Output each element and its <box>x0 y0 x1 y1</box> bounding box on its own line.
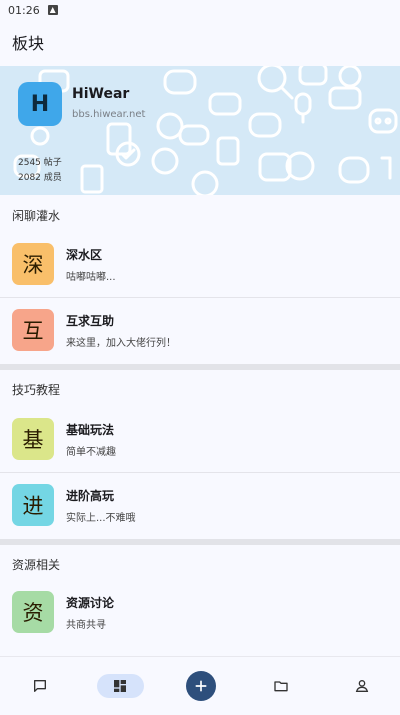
board-icon: 资 <box>12 591 54 633</box>
section-title: 资源相关 <box>12 558 61 572</box>
board-name: 进阶高玩 <box>66 489 115 503</box>
boards-icon[interactable] <box>105 671 135 701</box>
board-desc: 实际上...不难哦 <box>66 513 136 524</box>
notification-icon <box>47 5 58 15</box>
add-post-button[interactable] <box>186 671 216 701</box>
board-icon: 进 <box>12 484 54 526</box>
section-title: 闲聊灌水 <box>12 209 61 223</box>
board-icon: 深 <box>12 243 54 285</box>
board-item[interactable]: 深 深水区 咕嘟咕嘟... <box>0 233 400 299</box>
forum-stats: 2545 帖子 2082 成员 <box>18 156 62 186</box>
board-name: 基础玩法 <box>66 423 115 437</box>
board-item[interactable]: 基 基础玩法 简单不减趣 <box>0 408 400 474</box>
board-name: 资源讨论 <box>66 596 115 610</box>
status-bar: 01:26 <box>0 0 400 20</box>
board-desc: 简单不减趣 <box>66 447 116 458</box>
divider <box>0 472 400 473</box>
posts-count: 2545 帖子 <box>18 158 62 168</box>
board-desc: 咕嘟咕嘟... <box>66 272 116 283</box>
section-divider <box>0 364 400 370</box>
status-time: 01:26 <box>8 3 40 17</box>
section-title: 技巧教程 <box>12 383 61 397</box>
chat-icon[interactable] <box>25 671 55 701</box>
person-icon[interactable] <box>347 671 377 701</box>
add-icon <box>195 680 207 692</box>
board-name: 深水区 <box>66 248 103 262</box>
board-name: 互求互助 <box>66 314 115 328</box>
board-desc: 来这里，加入大佬行列！ <box>66 338 176 349</box>
bottom-nav <box>0 656 400 715</box>
board-item[interactable]: 资 资源讨论 共商共寻 <box>0 581 400 647</box>
board-icon: 基 <box>12 418 54 460</box>
forum-url: bbs.hiwear.net <box>72 109 146 120</box>
board-desc: 共商共寻 <box>66 620 106 631</box>
board-item[interactable]: 互 互求互助 来这里，加入大佬行列！ <box>0 299 400 365</box>
section-divider <box>0 539 400 545</box>
forum-logo-letter: H <box>30 91 50 117</box>
forum-logo[interactable]: H <box>18 82 62 126</box>
divider <box>0 297 400 298</box>
board-item[interactable]: 进 进阶高玩 实际上...不难哦 <box>0 474 400 540</box>
board-icon: 互 <box>12 309 54 351</box>
forum-title: HiWear <box>72 86 130 102</box>
folder-icon[interactable] <box>266 671 296 701</box>
page-title: 板块 <box>12 34 45 53</box>
members-count: 2082 成员 <box>18 173 62 183</box>
